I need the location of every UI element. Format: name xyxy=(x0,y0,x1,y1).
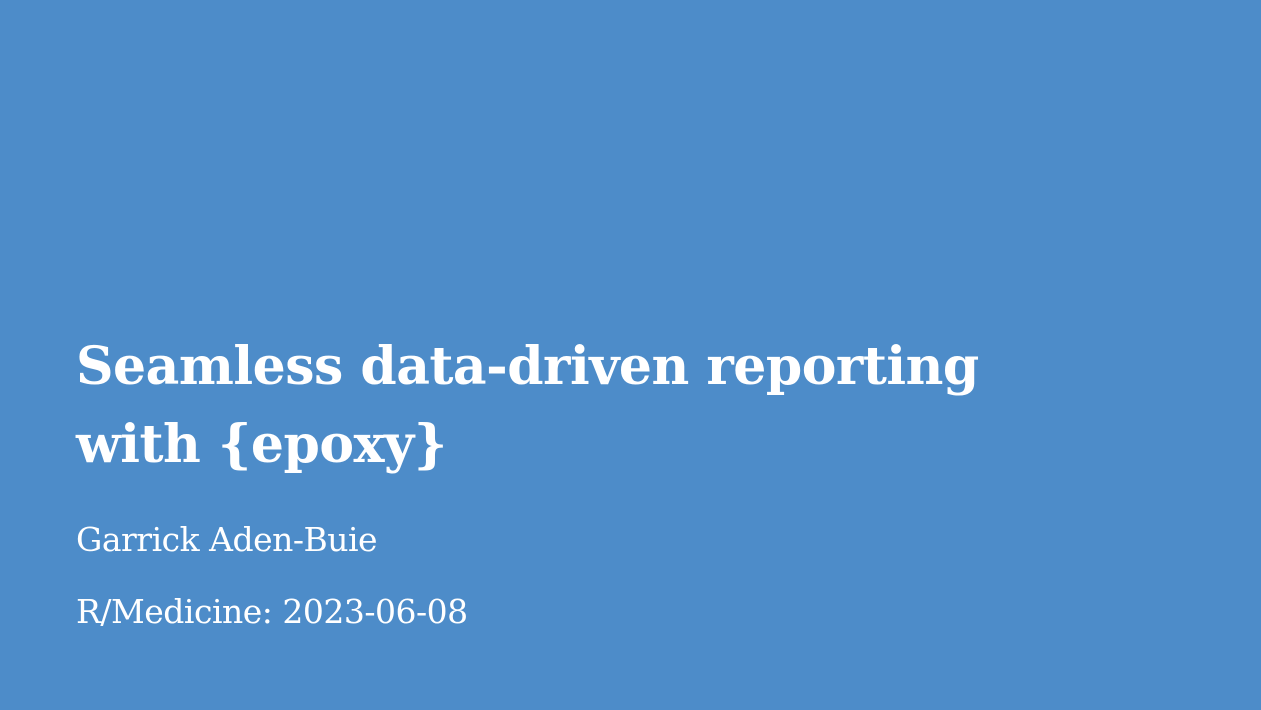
slide-author: Garrick Aden-Buie xyxy=(76,520,378,559)
title-block: Seamless data-driven reporting with {epo… xyxy=(76,328,1176,484)
slide-event-date: R/Medicine: 2023-06-08 xyxy=(76,592,468,631)
title-slide: Seamless data-driven reporting with {epo… xyxy=(0,0,1261,710)
slide-title: Seamless data-driven reporting with {epo… xyxy=(76,328,1176,484)
slide-title-line-1: Seamless data-driven reporting xyxy=(76,336,979,397)
slide-title-line-2: with {epoxy} xyxy=(76,414,447,475)
